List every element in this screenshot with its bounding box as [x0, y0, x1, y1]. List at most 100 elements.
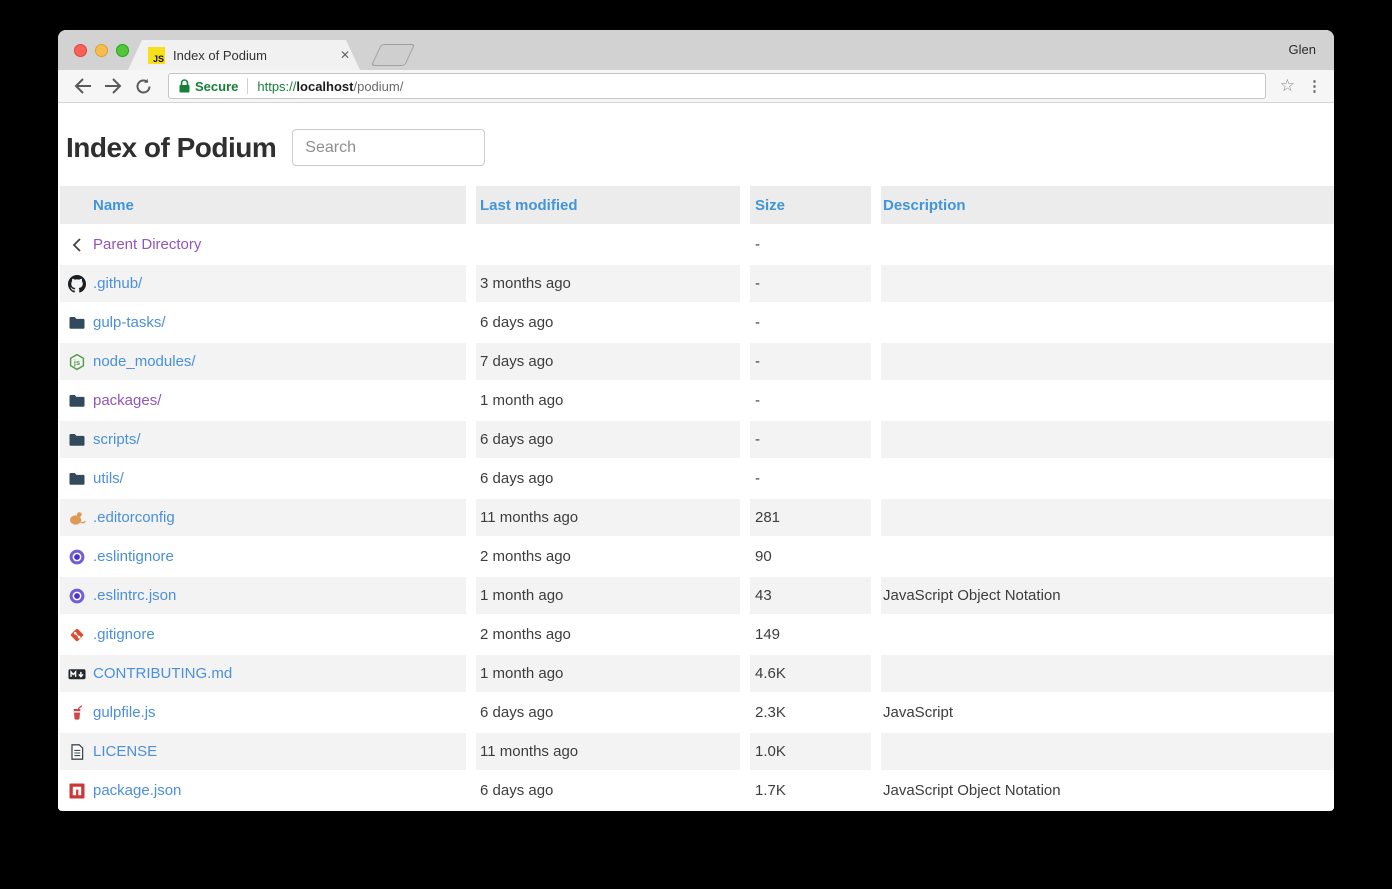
- page-content: Index of Podium Name Last modified Size …: [58, 103, 1334, 810]
- description-cell: [881, 343, 1334, 380]
- file-link[interactable]: packages/: [93, 392, 161, 409]
- browser-tab[interactable]: JS Index of Podium ✕: [128, 40, 360, 70]
- last-modified-cell: 11 months ago: [476, 499, 740, 536]
- column-header-name[interactable]: Name: [60, 186, 466, 224]
- table-row: .github/3 months ago-: [60, 265, 1334, 302]
- back-button[interactable]: [70, 73, 96, 99]
- javascript-favicon-icon: JS: [148, 47, 165, 64]
- address-bar[interactable]: Secure https://localhost/podium/: [168, 73, 1266, 99]
- table-row: LICENSE11 months ago1.0K: [60, 733, 1334, 770]
- file-link[interactable]: gulpfile.js: [93, 704, 156, 721]
- table-row: .eslintignore2 months ago90: [60, 538, 1334, 575]
- last-modified-cell: 6 days ago: [476, 694, 740, 731]
- size-cell: -: [750, 304, 871, 341]
- menu-kebab-icon[interactable]: ⋮: [1307, 77, 1322, 95]
- file-link[interactable]: package.json: [93, 782, 181, 799]
- traffic-lights: [74, 44, 129, 57]
- description-cell: [881, 733, 1334, 770]
- description-cell: [881, 421, 1334, 458]
- security-chip[interactable]: Secure: [179, 79, 238, 94]
- directory-listing-table: Name Last modified Size Description Pare…: [60, 186, 1334, 809]
- table-row: utils/6 days ago-: [60, 460, 1334, 497]
- file-link[interactable]: CONTRIBUTING.md: [93, 665, 232, 682]
- zoom-window-button[interactable]: [116, 44, 129, 57]
- size-cell: 4.6K: [750, 655, 871, 692]
- forward-button[interactable]: [100, 73, 126, 99]
- name-cell: .editorconfig: [60, 499, 466, 536]
- folder-icon: [68, 314, 86, 332]
- navigation-bar: Secure https://localhost/podium/ ☆ ⋮: [58, 70, 1334, 103]
- name-cell: scripts/: [60, 421, 466, 458]
- file-link[interactable]: utils/: [93, 470, 124, 487]
- chevron-left-icon: [68, 236, 86, 254]
- column-header-size[interactable]: Size: [750, 186, 871, 224]
- folder-icon: [68, 392, 86, 410]
- nodejs-icon: js: [68, 353, 86, 371]
- file-link[interactable]: .github/: [93, 275, 142, 292]
- description-cell: [881, 538, 1334, 575]
- table-row: .eslintrc.json1 month ago43JavaScript Ob…: [60, 577, 1334, 614]
- folder-icon: [68, 431, 86, 449]
- table-body: Parent Directory-.github/3 months ago-gu…: [60, 226, 1334, 809]
- file-link[interactable]: LICENSE: [93, 743, 157, 760]
- table-row: jsnode_modules/7 days ago-: [60, 343, 1334, 380]
- description-cell: [881, 382, 1334, 419]
- table-row: .gitignore2 months ago149: [60, 616, 1334, 653]
- close-window-button[interactable]: [74, 44, 87, 57]
- profile-name[interactable]: Glen: [1289, 42, 1316, 57]
- search-input[interactable]: [292, 129, 485, 166]
- minimize-window-button[interactable]: [95, 44, 108, 57]
- size-cell: -: [750, 421, 871, 458]
- markdown-icon: [68, 665, 86, 683]
- size-cell: 1.7K: [750, 772, 871, 809]
- size-cell: -: [750, 460, 871, 497]
- license-icon: [68, 743, 86, 761]
- file-link[interactable]: .editorconfig: [93, 509, 175, 526]
- name-cell: .eslintignore: [60, 538, 466, 575]
- size-cell: 281: [750, 499, 871, 536]
- table-row: Parent Directory -: [60, 226, 1334, 263]
- last-modified-cell: 1 month ago: [476, 382, 740, 419]
- last-modified-cell: 1 month ago: [476, 655, 740, 692]
- new-tab-button[interactable]: [371, 44, 415, 66]
- file-link[interactable]: .gitignore: [93, 626, 155, 643]
- gulp-icon: [68, 704, 86, 722]
- file-link[interactable]: scripts/: [93, 431, 141, 448]
- folder-icon: [68, 470, 86, 488]
- file-link[interactable]: .eslintrc.json: [93, 587, 176, 604]
- reload-button[interactable]: [130, 73, 156, 99]
- name-cell: js node_modules/: [60, 343, 466, 380]
- last-modified-cell: 6 days ago: [476, 772, 740, 809]
- description-cell: [881, 265, 1334, 302]
- name-cell: CONTRIBUTING.md: [60, 655, 466, 692]
- size-cell: -: [750, 265, 871, 302]
- name-cell: gulp-tasks/: [60, 304, 466, 341]
- tab-close-icon[interactable]: ✕: [340, 48, 350, 62]
- name-cell: Parent Directory: [60, 226, 466, 263]
- column-header-description[interactable]: Description: [881, 186, 1334, 224]
- url-text[interactable]: https://localhost/podium/: [257, 79, 403, 94]
- file-link[interactable]: node_modules/: [93, 353, 196, 370]
- column-header-lastmodified[interactable]: Last modified: [476, 186, 740, 224]
- size-cell: 1.0K: [750, 733, 871, 770]
- name-cell: .eslintrc.json: [60, 577, 466, 614]
- file-link[interactable]: gulp-tasks/: [93, 314, 166, 331]
- description-cell: [881, 304, 1334, 341]
- description-cell: [881, 616, 1334, 653]
- bookmark-star-icon[interactable]: ☆: [1280, 76, 1295, 96]
- last-modified-cell: [476, 226, 740, 263]
- description-cell: JavaScript Object Notation: [881, 772, 1334, 809]
- size-cell: 2.3K: [750, 694, 871, 731]
- table-row: gulpfile.js6 days ago2.3KJavaScript: [60, 694, 1334, 731]
- table-row: packages/1 month ago-: [60, 382, 1334, 419]
- table-row: package.json 6 days ago 1.7K JavaScript Obj…: [60, 772, 1334, 809]
- size-cell: -: [750, 343, 871, 380]
- size-cell: -: [750, 226, 871, 263]
- browser-window: JS Index of Podium ✕ Glen Secure https:/…: [58, 30, 1334, 811]
- table-row: scripts/6 days ago-: [60, 421, 1334, 458]
- git-icon: [68, 626, 86, 644]
- file-link[interactable]: .eslintignore: [93, 548, 174, 565]
- file-link[interactable]: Parent Directory: [93, 236, 201, 253]
- last-modified-cell: 2 months ago: [476, 538, 740, 575]
- table-row: CONTRIBUTING.md 1 month ago 4.6K: [60, 655, 1334, 692]
